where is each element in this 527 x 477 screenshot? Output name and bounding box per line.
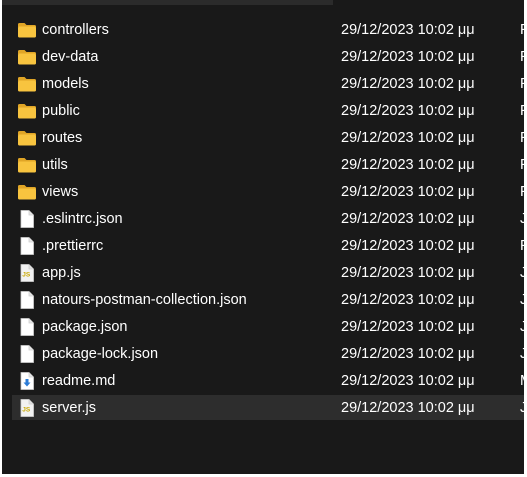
- file-name: natours-postman-collection.json: [42, 292, 247, 308]
- file-type: F: [520, 48, 524, 66]
- file-row[interactable]: JS server.js 29/12/2023 10:02 μμ J: [2, 395, 524, 422]
- file-date-modified: 29/12/2023 10:02 μμ: [341, 373, 475, 389]
- file-date-modified: 29/12/2023 10:02 μμ: [341, 184, 475, 200]
- file-row[interactable]: public 29/12/2023 10:02 μμ F: [2, 98, 524, 125]
- file-type: F: [520, 129, 524, 147]
- file-type: F: [520, 237, 524, 255]
- file-name: app.js: [42, 265, 81, 281]
- folder-icon: [17, 129, 37, 147]
- folder-icon: [17, 156, 37, 174]
- js-file-icon: JS: [17, 264, 37, 282]
- file-name: server.js: [42, 400, 96, 416]
- file-row[interactable]: models 29/12/2023 10:02 μμ F: [2, 71, 524, 98]
- file-type: F: [520, 183, 524, 201]
- file-row[interactable]: JS app.js 29/12/2023 10:02 μμ J: [2, 260, 524, 287]
- file-date-modified: 29/12/2023 10:02 μμ: [341, 22, 475, 38]
- file-date-modified: 29/12/2023 10:02 μμ: [341, 49, 475, 65]
- file-type: J: [520, 319, 524, 335]
- file-date-modified: 29/12/2023 10:02 μμ: [341, 265, 475, 281]
- file-row[interactable]: dev-data 29/12/2023 10:02 μμ F: [2, 44, 524, 71]
- file-icon: [17, 291, 37, 309]
- file-row[interactable]: package.json 29/12/2023 10:02 μμ J: [2, 314, 524, 341]
- svg-text:JS: JS: [22, 407, 31, 414]
- file-date-modified: 29/12/2023 10:02 μμ: [341, 292, 475, 308]
- file-row[interactable]: readme.md 29/12/2023 10:02 μμ M: [2, 368, 524, 395]
- horizontal-scrollbar[interactable]: [2, 0, 524, 7]
- file-name: controllers: [42, 22, 109, 38]
- file-row[interactable]: utils 29/12/2023 10:02 μμ F: [2, 152, 524, 179]
- file-type: J: [520, 346, 524, 362]
- file-type: F: [520, 102, 524, 120]
- file-row[interactable]: .prettierrc 29/12/2023 10:02 μμ F: [2, 233, 524, 260]
- file-name: models: [42, 76, 89, 92]
- file-date-modified: 29/12/2023 10:02 μμ: [341, 319, 475, 335]
- file-type: F: [520, 21, 524, 39]
- file-icon: [17, 318, 37, 336]
- file-date-modified: 29/12/2023 10:02 μμ: [341, 238, 475, 254]
- file-name: utils: [42, 157, 68, 173]
- file-type: J: [520, 265, 524, 281]
- file-date-modified: 29/12/2023 10:02 μμ: [341, 157, 475, 173]
- file-name: .eslintrc.json: [42, 211, 123, 227]
- file-row[interactable]: controllers 29/12/2023 10:02 μμ F: [2, 17, 524, 44]
- folder-icon: [17, 21, 37, 39]
- file-row[interactable]: .eslintrc.json 29/12/2023 10:02 μμ J: [2, 206, 524, 233]
- file-name: dev-data: [42, 49, 99, 65]
- file-name: readme.md: [42, 373, 116, 389]
- file-type: J: [520, 211, 524, 227]
- folder-icon: [17, 102, 37, 120]
- folder-icon: [17, 75, 37, 93]
- file-type: F: [520, 156, 524, 174]
- file-type: J: [520, 400, 524, 416]
- file-date-modified: 29/12/2023 10:02 μμ: [341, 103, 475, 119]
- file-name: routes: [42, 130, 83, 146]
- file-type: M: [520, 372, 524, 390]
- file-row[interactable]: routes 29/12/2023 10:02 μμ F: [2, 125, 524, 152]
- file-row[interactable]: package-lock.json 29/12/2023 10:02 μμ J: [2, 341, 524, 368]
- file-icon: [17, 345, 37, 363]
- svg-text:JS: JS: [22, 272, 31, 279]
- file-type: F: [520, 75, 524, 93]
- file-icon: [17, 237, 37, 255]
- folder-icon: [17, 48, 37, 66]
- file-name: .prettierrc: [42, 238, 104, 254]
- file-date-modified: 29/12/2023 10:02 μμ: [341, 130, 475, 146]
- file-explorer-window: controllers 29/12/2023 10:02 μμ Fdev-data 2…: [2, 0, 524, 474]
- file-row[interactable]: natours-postman-collection.json 29/12/202…: [2, 287, 524, 314]
- file-date-modified: 29/12/2023 10:02 μμ: [341, 400, 475, 416]
- file-name: package-lock.json: [42, 346, 159, 362]
- file-name: views: [42, 184, 79, 200]
- folder-icon: [17, 183, 37, 201]
- file-row[interactable]: views 29/12/2023 10:02 μμ F: [2, 179, 524, 206]
- js-file-icon: JS: [17, 399, 37, 417]
- file-list: controllers 29/12/2023 10:02 μμ Fdev-data 2…: [2, 17, 524, 422]
- file-date-modified: 29/12/2023 10:02 μμ: [341, 76, 475, 92]
- file-name: package.json: [42, 319, 128, 335]
- file-date-modified: 29/12/2023 10:02 μμ: [341, 211, 475, 227]
- scrollbar-thumb[interactable]: [2, 0, 333, 5]
- file-date-modified: 29/12/2023 10:02 μμ: [341, 346, 475, 362]
- markdown-file-icon: [17, 372, 37, 390]
- file-type: J: [520, 292, 524, 308]
- file-name: public: [42, 103, 80, 119]
- file-icon: [17, 210, 37, 228]
